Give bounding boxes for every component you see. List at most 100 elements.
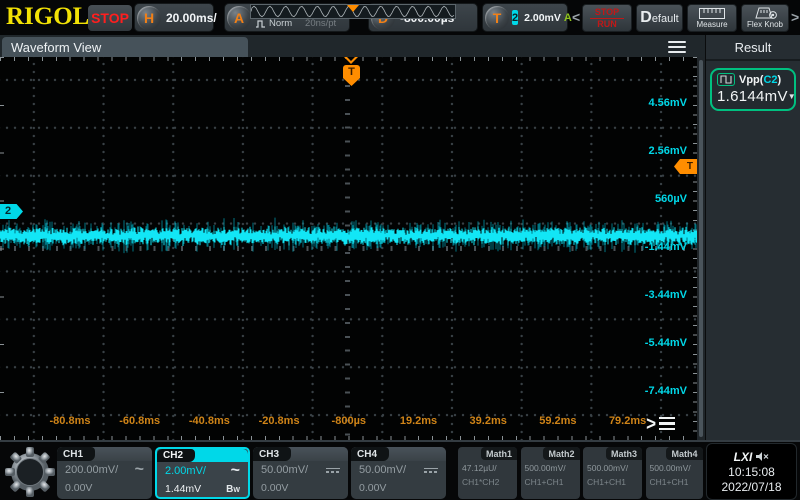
v-axis-label-1: 2.56mV: [648, 145, 687, 159]
ch3-tab-label: CH3: [253, 447, 291, 461]
ch3-offset: 0.00V: [261, 482, 288, 494]
view-tab-bar: Waveform View: [0, 35, 705, 57]
ch4-offset: 0.00V: [359, 482, 386, 494]
toolbar-scroll-left-icon[interactable]: <: [572, 9, 580, 25]
trigger-level-value: 2.00mV: [524, 12, 561, 24]
t-axis-label-4: -800µs: [332, 415, 366, 427]
clock-time: 10:15:08: [728, 465, 775, 479]
ch1-card[interactable]: CH1 200.00mV/ ~ 0.00V: [57, 447, 152, 499]
v-axis-label-0: 4.56mV: [648, 97, 687, 111]
ch2-trace: [0, 57, 697, 440]
ac-coupling-icon: ~: [135, 465, 144, 475]
memory-overview-strip[interactable]: [250, 4, 456, 19]
ruler-icon: [699, 8, 725, 19]
lxi-label: LXI: [734, 450, 753, 464]
math1-card[interactable]: Math1 47.12µU/ CH1*CH2: [458, 447, 517, 499]
t-axis-label-0: -80.8ms: [50, 415, 91, 427]
results-expand-bars: [659, 417, 675, 431]
measure-button[interactable]: Measure: [687, 4, 737, 32]
math4-tab-label: Math4: [666, 447, 702, 460]
math2-expression: CH1+CH1: [521, 473, 580, 487]
ac-coupling-icon: ~: [231, 466, 240, 476]
measurement-dropdown-icon[interactable]: ▼: [788, 92, 796, 101]
v-axis-label-5: -5.44mV: [645, 337, 687, 351]
ch2-offset: 1.44mV: [165, 483, 201, 495]
ch1-scale: 200.00mV/: [65, 464, 118, 476]
rigol-logo: RIGOL: [6, 3, 89, 31]
acquire-mode-icon: [256, 20, 267, 28]
ch1-offset: 0.00V: [65, 482, 92, 494]
horizontal-scale-group[interactable]: H 20.00ms/: [134, 3, 214, 32]
t-axis-label-2: -40.8ms: [189, 415, 230, 427]
ch2-bandwidth-limit: BW: [226, 484, 240, 495]
measurement-type-icon: [717, 73, 735, 86]
measure-button-label: Measure: [696, 20, 727, 29]
horizontal-knob[interactable]: H: [137, 6, 161, 30]
toolbar-scroll-right-icon[interactable]: >: [791, 9, 799, 25]
dc-coupling-icon: [326, 468, 340, 473]
t-axis-label-1: -60.8ms: [119, 415, 160, 427]
math2-card[interactable]: Math2 500.00mV/ CH1+CH1: [521, 447, 580, 499]
status-box[interactable]: LXI 10:15:08 2022/07/18: [706, 443, 797, 500]
vpp-measurement-item[interactable]: Vpp(C2) 1.6144mV ▼: [710, 68, 796, 111]
overview-trigger-position-icon[interactable]: [347, 5, 359, 12]
results-expand-icon[interactable]: >: [646, 415, 675, 432]
math1-tab-label: Math1: [481, 447, 517, 460]
plot-scrollbar-handle[interactable]: [699, 60, 703, 437]
oscilloscope-screen: RIGOL STOP H 20.00ms/ A 50MSa/s Norm 10M…: [0, 0, 800, 500]
trigger-sweep-mode: A: [564, 12, 572, 24]
math1-expression: CH1*CH2: [458, 473, 517, 487]
t-axis-label-3: -20.8ms: [259, 415, 300, 427]
flex-knob-button[interactable]: Flex Knob: [741, 4, 789, 32]
result-panel: Result Vpp(C2) 1.6144mV ▼: [705, 35, 800, 440]
math4-scale: 500.00mV/: [646, 460, 703, 473]
waveform-view-tab[interactable]: Waveform View: [2, 37, 248, 57]
ch4-tab-label: CH4: [351, 447, 389, 461]
channel-bar: CH1 200.00mV/ ~ 0.00V CH2 2.00mV/ ~ 1.44…: [0, 440, 800, 500]
ch1-tab-label: CH1: [57, 447, 95, 461]
sound-muted-icon: [756, 451, 769, 462]
math2-tab-label: Math2: [543, 447, 579, 460]
t-axis-label-6: 39.2ms: [470, 415, 507, 427]
math3-scale: 500.00mV/: [583, 460, 642, 473]
math4-expression: CH1+CH1: [646, 473, 703, 487]
v-axis-label-4: -3.44mV: [645, 289, 687, 303]
v-axis-label-6: -7.44mV: [645, 385, 687, 399]
stop-run-run-label: RUN: [597, 20, 617, 29]
ch4-card[interactable]: CH4 50.00mV/ 0.00V: [351, 447, 446, 499]
math1-scale: 47.12µU/: [458, 460, 517, 473]
math2-scale: 500.00mV/: [521, 460, 580, 473]
v-axis-label-3: -1.44mV: [645, 241, 687, 255]
ch3-scale: 50.00mV/: [261, 464, 308, 476]
flex-knob-icon: [752, 7, 778, 19]
math4-card[interactable]: Math4 500.00mV/ CH1+CH1: [646, 447, 703, 499]
trigger-group[interactable]: T 2 2.00mV A: [482, 3, 568, 32]
measurement-value: 1.6144mV: [717, 88, 788, 105]
plot-scrollbar[interactable]: [697, 57, 705, 440]
t-axis-label-8: 79.2ms: [609, 415, 646, 427]
run-state-badge[interactable]: STOP: [88, 5, 132, 31]
math3-expression: CH1+CH1: [583, 473, 642, 487]
flex-knob-button-label: Flex Knob: [747, 20, 783, 29]
ch2-scale: 2.00mV/: [165, 465, 206, 477]
rigol-gear-icon[interactable]: [1, 443, 59, 500]
default-button-label: Default: [640, 9, 678, 27]
ch2-tab-label: CH2: [157, 449, 195, 462]
waveform-plot[interactable]: 4.56mV 2.56mV 560µV -1.44mV -3.44mV -5.4…: [0, 57, 697, 440]
clock-date: 2022/07/18: [721, 480, 781, 494]
ch3-card[interactable]: CH3 50.00mV/ 0.00V: [253, 447, 348, 499]
ch2-card[interactable]: CH2 2.00mV/ ~ 1.44mV BW: [155, 447, 250, 499]
t-axis-label-5: 19.2ms: [400, 415, 437, 427]
acquisition-knob[interactable]: A: [227, 6, 251, 30]
waveform-menu-icon[interactable]: [668, 41, 686, 53]
measurement-name: Vpp(C2): [739, 74, 781, 86]
math3-tab-label: Math3: [606, 447, 642, 460]
trigger-source-badge: 2: [512, 10, 518, 25]
stop-run-button[interactable]: STOP RUN: [582, 4, 632, 32]
default-button[interactable]: Default: [636, 4, 683, 32]
trigger-position-outline-icon: [343, 57, 359, 64]
horizontal-scale-value: 20.00ms/: [166, 11, 217, 25]
math3-card[interactable]: Math3 500.00mV/ CH1+CH1: [583, 447, 642, 499]
stop-run-stop-label: STOP: [595, 8, 619, 17]
trigger-knob[interactable]: T: [485, 6, 509, 30]
